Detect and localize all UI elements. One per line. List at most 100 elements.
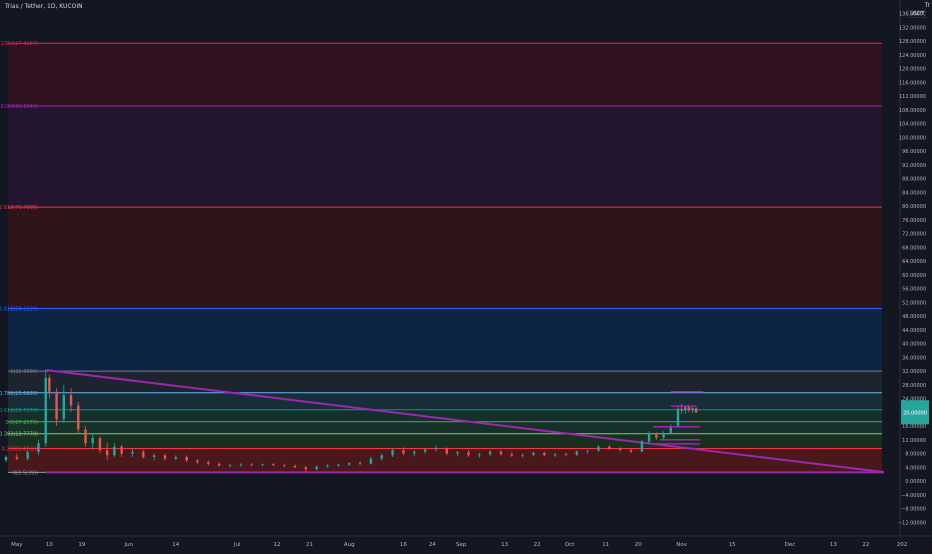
price-tick-label: 80.00000	[902, 204, 926, 210]
candlestick-chart[interactable]: 0(2.5(39)) 0.236(9.47(2)) 0.382(13.7770) 0.…	[0, 0, 932, 550]
price-tick-label: 56.00000	[902, 287, 926, 293]
price-tick-label: 68.00000	[902, 245, 926, 251]
price-tick-label: 124.00000	[899, 53, 926, 59]
chart-container[interactable]: 0(2.5(39)) 0.236(9.47(2)) 0.382(13.7770) 0.…	[0, 0, 932, 550]
candle-body	[691, 408, 694, 411]
price-tick-label: 64.00000	[902, 259, 926, 265]
candle-body	[84, 429, 87, 444]
fib-zone-0.5	[8, 409, 882, 422]
candle-body	[456, 452, 459, 454]
time-tick-label: 202	[897, 542, 908, 548]
candle-body	[597, 446, 600, 451]
candle-body	[152, 455, 156, 457]
price-tick-label: 108.00000	[899, 108, 926, 114]
candle-body	[575, 451, 579, 455]
candle-body	[62, 395, 66, 420]
candle-body	[684, 407, 687, 411]
fib-label-0.236: 0.236(9.47(2))	[2, 446, 38, 452]
fib-zone-1.618	[8, 207, 882, 309]
price-tick-label: −4.00000	[901, 493, 926, 499]
price-tick-label: 72.00000	[902, 232, 926, 238]
price-tick-label: 92.00000	[902, 163, 926, 169]
price-tick-label: 100.00000	[899, 135, 926, 141]
candle-body	[488, 451, 492, 455]
fib-label-1.618: 1.618(50.2229)	[0, 306, 38, 312]
time-tick-label: 19	[78, 542, 85, 548]
time-tick-label: 22	[862, 542, 869, 548]
fib-zone-2.618	[8, 105, 882, 208]
time-tick-label: 16	[400, 542, 407, 548]
candle-body	[680, 408, 683, 411]
candle-body	[337, 464, 340, 466]
time-tick-label: 15	[729, 542, 736, 548]
candle-body	[282, 465, 286, 467]
candle-body	[348, 463, 351, 465]
candle-body	[120, 446, 123, 454]
price-tick-label: 48.00000	[902, 314, 926, 320]
price-tick-label: 52.00000	[902, 300, 926, 306]
corner-label: Tr	[924, 2, 930, 9]
candle-body	[113, 446, 116, 456]
price-tick-label: 104.00000	[899, 122, 926, 128]
candle-body	[553, 454, 557, 456]
candle-body	[261, 464, 264, 465]
time-tick-label: 12	[273, 542, 280, 548]
time-tick-label: 10	[46, 542, 53, 548]
price-tick-label: 8.00000	[905, 452, 926, 458]
fib-label-0.5: 0.5(17.2570)	[5, 420, 38, 426]
time-tick-label: 11	[602, 542, 609, 548]
fib-zone-0.236	[8, 433, 882, 449]
fib-label-3.618: 3.618(109.1543)	[0, 104, 38, 110]
candle-body	[44, 377, 47, 444]
candle-body	[380, 455, 383, 459]
time-tick-label: Nov	[676, 542, 687, 548]
candle-body	[105, 450, 109, 456]
currency-badge[interactable]: USDT	[908, 10, 926, 18]
candle-body	[676, 408, 680, 427]
fib-zone-0.618	[8, 392, 882, 410]
candle-body	[434, 448, 438, 450]
candle-body	[532, 452, 535, 455]
candle-body	[326, 465, 329, 467]
fib-label-1: 1(32.0000)	[10, 369, 38, 375]
fib-fills	[8, 43, 882, 473]
price-tick-label: 16.00000	[902, 424, 926, 430]
candle-body	[91, 438, 94, 444]
candle-body	[413, 451, 416, 454]
candle-body	[499, 451, 503, 455]
price-tick-label: 120.00000	[899, 67, 926, 73]
price-tick-label: 96.00000	[902, 149, 926, 155]
candle-body	[640, 441, 644, 452]
candle-body	[445, 448, 448, 454]
candle-body	[142, 451, 145, 457]
candle-body	[478, 454, 481, 456]
candle-body	[37, 443, 40, 452]
price-tick-label: 112.00000	[899, 94, 926, 100]
candle-body	[618, 448, 622, 451]
candle-body	[687, 407, 691, 411]
time-tick-label: Oct	[565, 542, 575, 548]
time-tick-label: Jul	[233, 542, 241, 548]
candle-body	[55, 391, 58, 420]
candle-body	[586, 450, 589, 452]
price-tick-label: 40.00000	[902, 342, 926, 348]
candle-body	[174, 456, 178, 459]
candle-body	[647, 433, 651, 442]
time-tick-label: 24	[429, 542, 436, 548]
candle-body	[250, 464, 253, 466]
time-tick-label: 13	[830, 542, 837, 548]
last-price-value: 20.00000	[903, 410, 927, 416]
candle-body	[521, 454, 524, 456]
candle-body	[185, 456, 188, 461]
price-tick-label: −8.00000	[901, 507, 926, 513]
price-tick-label: 0.00000	[905, 479, 926, 485]
time-tick-label: 20	[635, 542, 642, 548]
price-tick-label: 44.00000	[902, 328, 926, 334]
time-tick-label: Jun	[124, 542, 134, 548]
time-tick-label: Dec	[785, 542, 796, 548]
price-tick-label: −12.00000	[898, 520, 926, 526]
time-tick-label: 21	[306, 542, 313, 548]
price-tick-label: 84.00000	[902, 190, 926, 196]
candle-body	[217, 463, 221, 466]
candle-body	[694, 408, 698, 413]
